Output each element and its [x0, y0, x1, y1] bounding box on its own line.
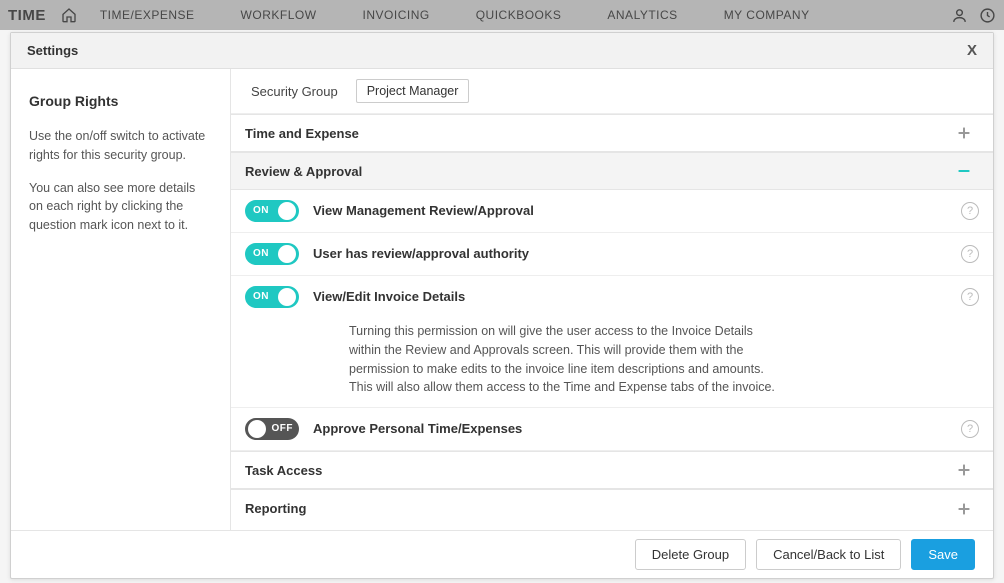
nav-quickbooks: QUICKBOOKS: [476, 8, 562, 22]
sidebar-heading: Group Rights: [29, 93, 210, 109]
plus-icon: [953, 459, 975, 481]
section-time-expense[interactable]: Time and Expense: [231, 114, 993, 152]
sidebar: Group Rights Use the on/off switch to ac…: [11, 69, 231, 530]
minus-icon: [953, 160, 975, 182]
right-description: Turning this permission on will give the…: [313, 322, 783, 397]
security-group-row: Security Group Project Manager: [231, 69, 993, 114]
section-label: Task Access: [245, 463, 322, 478]
security-group-value[interactable]: Project Manager: [356, 79, 470, 103]
help-icon[interactable]: ?: [961, 420, 979, 438]
cancel-button[interactable]: Cancel/Back to List: [756, 539, 901, 570]
help-icon[interactable]: ?: [961, 245, 979, 263]
nav-invoicing: INVOICING: [363, 8, 430, 22]
sidebar-text-2: You can also see more details on each ri…: [29, 179, 210, 235]
section-label: Review & Approval: [245, 164, 362, 179]
modal-header: Settings X: [11, 33, 993, 69]
settings-modal: Settings X Group Rights Use the on/off s…: [10, 32, 994, 579]
nav-my-company: MY COMPANY: [724, 8, 810, 22]
clock-icon: [978, 6, 996, 24]
section-reporting[interactable]: Reporting: [231, 489, 993, 527]
toggle-user-authority[interactable]: ON: [245, 243, 299, 265]
toggle-view-edit-invoice[interactable]: ON: [245, 286, 299, 308]
right-view-edit-invoice: ON View/Edit Invoice Details Turning thi…: [231, 276, 993, 408]
right-label: User has review/approval authority: [313, 243, 951, 265]
right-view-management: ON View Management Review/Approval ?: [231, 190, 993, 233]
save-button[interactable]: Save: [911, 539, 975, 570]
nav-analytics: ANALYTICS: [607, 8, 677, 22]
section-review-approval[interactable]: Review & Approval: [231, 152, 993, 190]
section-label: Time and Expense: [245, 126, 359, 141]
help-icon[interactable]: ?: [961, 202, 979, 220]
modal-footer: Delete Group Cancel/Back to List Save: [11, 530, 993, 578]
right-approve-personal: OFF Approve Personal Time/Expenses ?: [231, 408, 993, 451]
help-icon[interactable]: ?: [961, 288, 979, 306]
brand-logo: TIME: [8, 7, 46, 24]
nav-time-expense: TIME/EXPENSE: [100, 8, 195, 22]
modal-title: Settings: [27, 43, 78, 58]
delete-group-button[interactable]: Delete Group: [635, 539, 746, 570]
toggle-view-management[interactable]: ON: [245, 200, 299, 222]
right-label: View/Edit Invoice Details: [313, 286, 951, 308]
right-label: View Management Review/Approval: [313, 200, 951, 222]
user-icon: [950, 6, 968, 24]
close-icon[interactable]: X: [967, 42, 977, 59]
toggle-approve-personal[interactable]: OFF: [245, 418, 299, 440]
rights-panel: Security Group Project Manager Time and …: [231, 69, 993, 530]
right-user-authority: ON User has review/approval authority ?: [231, 233, 993, 276]
section-label: Reporting: [245, 501, 306, 516]
plus-icon: [953, 122, 975, 144]
section-task-access[interactable]: Task Access: [231, 451, 993, 489]
rights-list: ON View Management Review/Approval ? ON …: [231, 190, 993, 451]
right-label: Approve Personal Time/Expenses: [313, 418, 951, 440]
security-group-label: Security Group: [251, 84, 338, 99]
sidebar-text-1: Use the on/off switch to activate rights…: [29, 127, 210, 165]
plus-icon: [953, 498, 975, 520]
home-icon: [60, 6, 78, 24]
nav-workflow: WORKFLOW: [241, 8, 317, 22]
app-topbar: TIME TIME/EXPENSE WORKFLOW INVOICING QUI…: [0, 0, 1004, 30]
